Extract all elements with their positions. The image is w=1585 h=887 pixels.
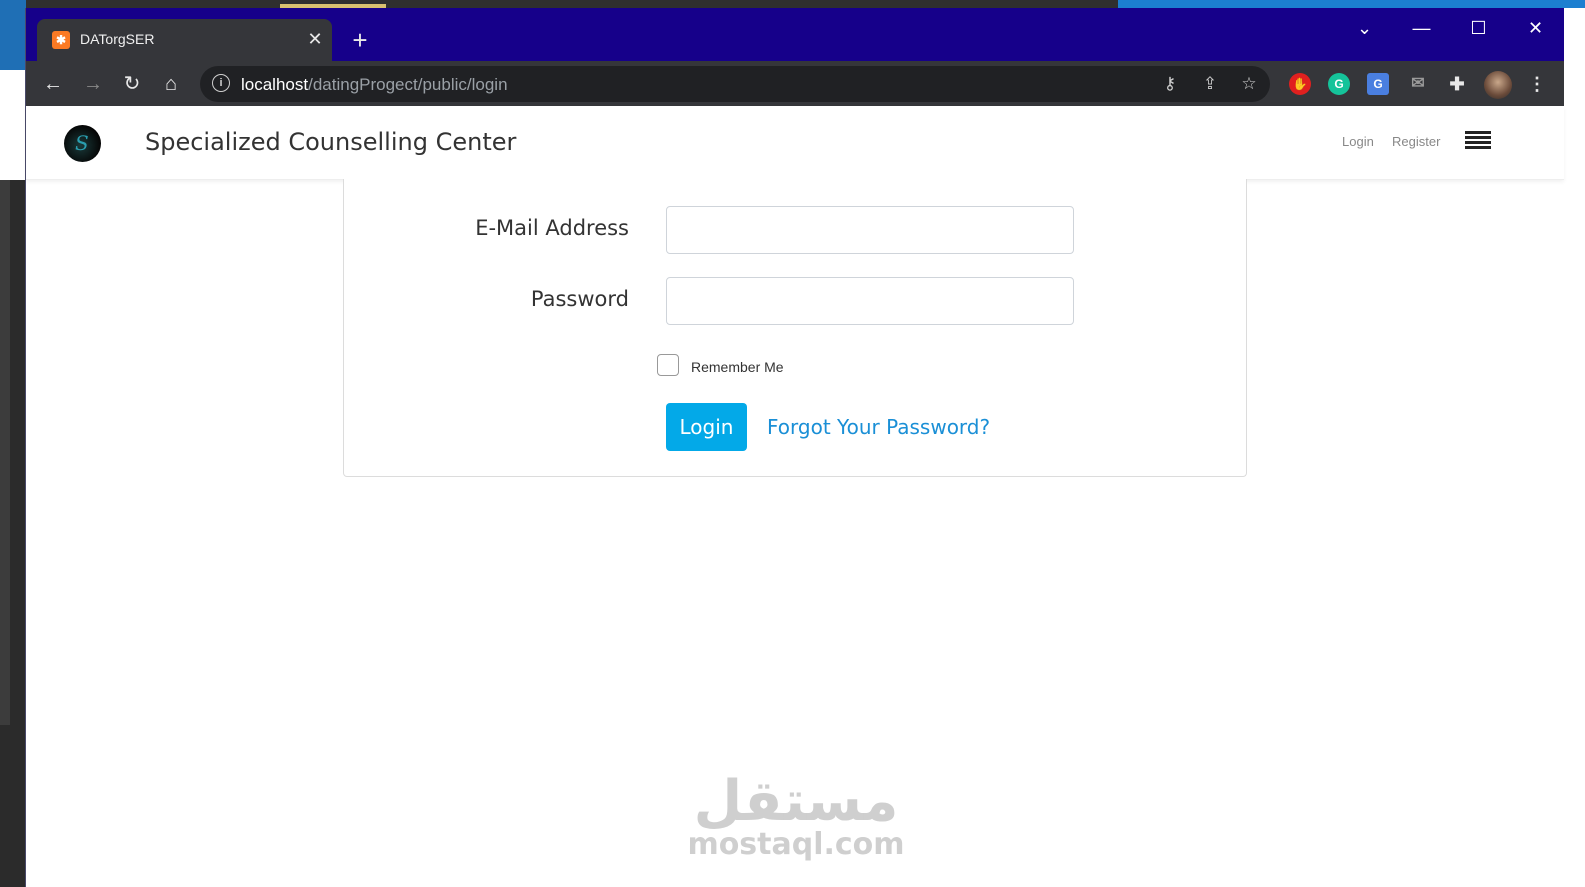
login-button[interactable]: Login (666, 403, 747, 451)
email-label: E-Mail Address (475, 216, 629, 240)
desktop-right-edge (1562, 8, 1585, 887)
browser-toolbar: ← → ↻ ⌂ i localhost/datingProgect/public… (26, 61, 1564, 106)
forgot-password-link[interactable]: Forgot Your Password? (767, 415, 990, 439)
maximize-icon[interactable]: ☐ (1450, 8, 1507, 48)
site-navbar: Specialized Counselling Center Login Reg… (26, 106, 1564, 180)
site-info-icon[interactable]: i (212, 74, 230, 92)
profile-avatar[interactable] (1484, 71, 1512, 99)
close-window-icon[interactable]: ✕ (1507, 8, 1564, 48)
browser-tab-active[interactable]: ✱ DATorgSER ✕ (37, 19, 332, 61)
desktop-wallpaper-left (0, 0, 26, 70)
watermark-latin: mostaql.com (687, 827, 905, 862)
tab-title: DATorgSER (80, 31, 155, 47)
desktop-wallpaper (1118, 0, 1585, 8)
google-translate-icon[interactable]: G (1367, 73, 1389, 95)
browser-titlebar: ✱ DATorgSER ✕ + ⌄ — ☐ ✕ (26, 8, 1564, 61)
tab-close-icon[interactable]: ✕ (305, 28, 325, 50)
desktop-left-edge (0, 0, 26, 887)
remember-me-label[interactable]: Remember Me (691, 359, 784, 375)
background-window (0, 70, 26, 180)
browser-window: ✱ DATorgSER ✕ + ⌄ — ☐ ✕ ← → ↻ ⌂ i localh… (25, 8, 1564, 887)
site-logo[interactable] (64, 125, 101, 162)
tab-search-icon[interactable]: ⌄ (1336, 8, 1393, 48)
email-field[interactable] (666, 206, 1074, 254)
nav-register-link[interactable]: Register (1392, 134, 1440, 149)
new-tab-icon[interactable]: + (346, 26, 374, 54)
minimize-icon[interactable]: — (1393, 8, 1450, 48)
extensions-puzzle-icon[interactable]: ✚ (1446, 73, 1468, 95)
nav-login-link[interactable]: Login (1342, 134, 1374, 149)
window-controls: ⌄ — ☐ ✕ (1336, 8, 1564, 48)
xampp-icon: ✱ (52, 31, 70, 49)
grammarly-icon[interactable]: G (1328, 73, 1350, 95)
back-icon[interactable]: ← (38, 69, 68, 99)
login-card: E-Mail Address Password Remember Me Logi… (343, 179, 1247, 477)
hamburger-menu-icon[interactable] (1465, 131, 1491, 151)
browser-menu-icon[interactable]: ⋮ (1526, 73, 1548, 95)
remember-me-checkbox[interactable] (657, 354, 679, 376)
background-window-dark (0, 180, 10, 725)
mail-icon[interactable]: ✉ (1407, 73, 1429, 95)
share-icon[interactable]: ⇪ (1197, 72, 1223, 96)
page-content: Specialized Counselling Center Login Reg… (26, 106, 1564, 887)
url-path: /datingProgect/public/login (308, 75, 508, 94)
site-brand[interactable]: Specialized Counselling Center (145, 128, 516, 156)
forward-icon[interactable]: → (78, 69, 108, 99)
url-host: localhost (241, 75, 309, 94)
key-icon[interactable]: ⚷ (1157, 72, 1183, 96)
adblock-icon[interactable]: ✋ (1289, 73, 1311, 95)
reload-icon[interactable]: ↻ (117, 69, 147, 99)
watermark: مستقل mostaql.com (676, 774, 916, 860)
watermark-arabic: مستقل (693, 769, 899, 834)
desktop-top-edge (0, 0, 1585, 8)
password-label: Password (530, 287, 629, 311)
password-field[interactable] (666, 277, 1074, 325)
home-icon[interactable]: ⌂ (156, 69, 186, 99)
address-url[interactable]: localhost/datingProgect/public/login (241, 75, 508, 95)
address-bar[interactable]: i localhost/datingProgect/public/login ⚷… (200, 66, 1270, 102)
bookmark-star-icon[interactable]: ☆ (1236, 72, 1262, 96)
